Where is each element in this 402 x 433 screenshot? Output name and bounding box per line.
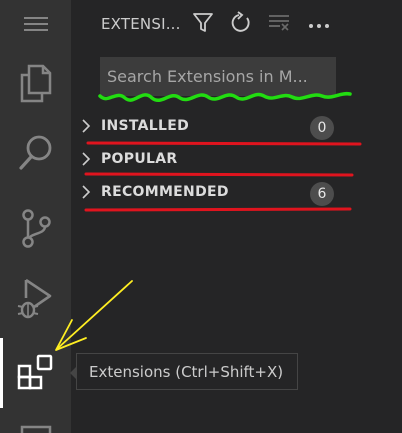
chevron-right-icon: [80, 184, 92, 204]
accounts-button[interactable]: [0, 415, 71, 433]
section-label: POPULAR: [101, 151, 178, 167]
tooltip-text: Extensions (Ctrl+Shift+X): [89, 362, 284, 381]
source-control-icon: [19, 207, 53, 249]
partial-icon: [19, 415, 53, 433]
section-popular[interactable]: POPULAR: [71, 145, 402, 175]
chevron-right-icon: [80, 118, 92, 138]
extensions-tooltip: Extensions (Ctrl+Shift+X): [76, 353, 298, 390]
extensions-button[interactable]: [0, 338, 71, 408]
ellipsis-icon: [308, 15, 330, 34]
search-extensions-box: [100, 57, 336, 96]
sidebar-title: EXTENSI...: [101, 15, 181, 33]
menu-button[interactable]: [0, 0, 71, 48]
section-label: INSTALLED: [101, 118, 190, 134]
search-extensions-input[interactable]: [101, 58, 335, 95]
section-installed[interactable]: INSTALLED 0: [71, 112, 402, 142]
refresh-icon: [230, 11, 252, 37]
sidebar-header: EXTENSI...: [71, 0, 402, 48]
clear-all-button[interactable]: [265, 10, 293, 38]
section-recommended[interactable]: RECOMMENDED 6: [71, 178, 402, 208]
section-label: RECOMMENDED: [101, 184, 229, 200]
more-actions-button[interactable]: [305, 10, 333, 38]
chevron-right-icon: [80, 151, 92, 171]
explorer-button[interactable]: [0, 50, 71, 116]
search-button[interactable]: [0, 120, 71, 186]
run-debug-icon: [16, 276, 56, 320]
count-badge: 6: [310, 182, 334, 206]
extensions-icon: [16, 353, 56, 393]
source-control-button[interactable]: [0, 195, 71, 261]
active-indicator: [0, 338, 3, 408]
count-badge: 0: [310, 116, 334, 140]
run-debug-button[interactable]: [0, 265, 71, 331]
files-icon: [18, 63, 54, 103]
hamburger-menu-icon: [23, 14, 49, 34]
activity-bar: [0, 0, 71, 433]
refresh-button[interactable]: [227, 10, 255, 38]
filter-icon: [192, 11, 214, 37]
search-icon: [17, 133, 55, 173]
filter-button[interactable]: [189, 10, 217, 38]
clear-all-icon: [267, 11, 291, 37]
